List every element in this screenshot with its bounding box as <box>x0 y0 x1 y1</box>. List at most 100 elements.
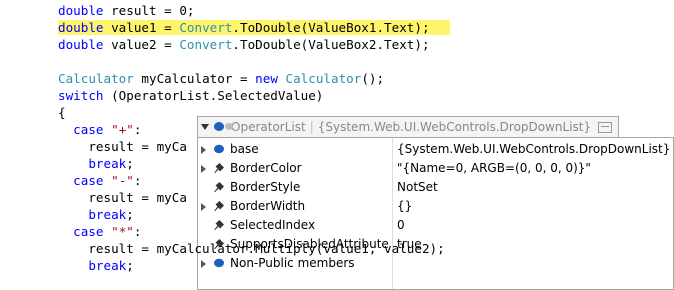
code-token: ; <box>126 207 134 222</box>
datatip-row[interactable]: BorderColor "{Name=0, ARGB=(0, 0, 0, 0)}" <box>198 159 673 178</box>
object-icon <box>214 258 224 268</box>
code-token: : <box>133 122 142 137</box>
keyword-token: new <box>255 71 278 86</box>
code-token: : <box>133 224 142 239</box>
code-token: { <box>58 105 66 120</box>
code-token: ; <box>126 156 134 171</box>
member-value: {} <box>397 199 413 213</box>
code-text: double value2 = Convert.ToDouble(ValueBo… <box>58 36 430 53</box>
type-token: Convert <box>179 20 233 35</box>
datatip-separator: | <box>309 120 314 134</box>
code-token: result = myCalculator.Multiply(value1, v… <box>58 241 445 256</box>
property-icon <box>214 163 224 173</box>
keyword-token: case <box>73 122 104 137</box>
code-line[interactable]: double value1 = Convert.ToDouble(ValueBo… <box>0 19 674 36</box>
keyword-token: case <box>73 173 104 188</box>
type-token: Calculator <box>58 71 134 86</box>
expand-arrow-icon[interactable] <box>201 165 206 173</box>
member-name: BorderStyle <box>230 180 301 194</box>
keyword-token: double <box>58 20 104 35</box>
member-value: {System.Web.UI.WebControls.DropDownList} <box>397 142 671 156</box>
datatip: OperatorList | {System.Web.UI.WebControl… <box>197 116 674 290</box>
code-text: { <box>58 104 66 121</box>
code-token: value1 = <box>103 20 180 35</box>
keyword-token: case <box>73 224 104 239</box>
string-token: "*" <box>111 224 134 239</box>
datatip-header: OperatorList | {System.Web.UI.WebControl… <box>197 116 620 138</box>
code-line[interactable]: double value2 = Convert.ToDouble(ValueBo… <box>0 36 674 53</box>
member-value: 0 <box>397 218 405 232</box>
code-token: result = myCa <box>58 190 187 205</box>
member-name: base <box>230 142 259 156</box>
property-icon <box>214 201 224 211</box>
code-text: break; <box>58 257 134 274</box>
code-text: result = myCa <box>58 189 187 206</box>
object-icon <box>214 144 224 154</box>
code-text: double result = 0; <box>58 2 195 19</box>
code-token: (); <box>361 71 385 86</box>
code-token: : <box>133 173 142 188</box>
code-token: result = myCa <box>58 139 187 154</box>
code-token: ; <box>126 258 134 273</box>
code-text: Calculator myCalculator = new Calculator… <box>58 70 384 87</box>
datatip-object-name: OperatorList <box>231 120 306 134</box>
member-value: NotSet <box>397 180 438 194</box>
code-text: double value1 = Convert.ToDouble(ValueBo… <box>58 19 430 36</box>
datatip-body: base {System.Web.UI.WebControls.DropDownL… <box>197 137 674 290</box>
datatip-row[interactable]: SelectedIndex 0 <box>198 216 673 235</box>
member-name: SelectedIndex <box>230 218 316 232</box>
code-token: .ToDouble(ValueBox2.Text); <box>232 37 430 52</box>
code-line[interactable]: switch (OperatorList.SelectedValue) <box>0 87 674 104</box>
code-text: switch (OperatorList.SelectedValue) <box>58 87 323 104</box>
keyword-token: double <box>58 3 104 18</box>
code-text: case "+": <box>58 121 141 138</box>
code-line[interactable]: Calculator myCalculator = new Calculator… <box>0 70 674 87</box>
datatip-row[interactable]: base {System.Web.UI.WebControls.DropDownL… <box>198 140 673 159</box>
code-token: myCalculator = <box>133 71 256 86</box>
member-value: "{Name=0, ARGB=(0, 0, 0, 0)}" <box>397 161 591 175</box>
expand-arrow-icon[interactable] <box>201 146 206 154</box>
code-token: .ToDouble(ValueBox1.Text); <box>232 20 430 35</box>
datatip-object-value: {System.Web.UI.WebControls.DropDownList} <box>317 120 592 134</box>
pin-icon[interactable] <box>598 121 613 133</box>
string-token: "-" <box>111 173 134 188</box>
code-line[interactable]: double result = 0; <box>0 2 674 19</box>
object-icon <box>213 120 233 134</box>
collapse-triangle-icon[interactable] <box>201 124 209 130</box>
keyword-token: switch <box>58 88 104 103</box>
keyword-token: break <box>88 156 127 171</box>
property-icon <box>214 220 224 230</box>
code-text: break; <box>58 206 134 223</box>
type-token: Convert <box>179 37 233 52</box>
code-token: (OperatorList.SelectedValue) <box>103 88 324 103</box>
keyword-token: break <box>88 258 127 273</box>
code-text: result = myCa <box>58 138 187 155</box>
datatip-row[interactable]: BorderStyle NotSet <box>198 178 673 197</box>
string-token: "+" <box>111 122 134 137</box>
code-token: value2 = <box>103 37 180 52</box>
code-token: result = 0; <box>103 3 195 18</box>
datatip-row[interactable]: BorderWidth {} <box>198 197 673 216</box>
keyword-token: break <box>88 207 127 222</box>
expand-arrow-icon[interactable] <box>201 260 206 268</box>
property-icon <box>214 182 224 192</box>
member-name: BorderColor <box>230 161 302 175</box>
type-token: Calculator <box>285 71 362 86</box>
code-text: break; <box>58 155 134 172</box>
member-name: BorderWidth <box>230 199 306 213</box>
code-text: case "*": <box>58 223 141 240</box>
code-text: case "-": <box>58 172 141 189</box>
keyword-token: double <box>58 37 104 52</box>
expand-arrow-icon[interactable] <box>201 203 206 211</box>
code-text: result = myCalculator.Multiply(value1, v… <box>58 240 445 257</box>
